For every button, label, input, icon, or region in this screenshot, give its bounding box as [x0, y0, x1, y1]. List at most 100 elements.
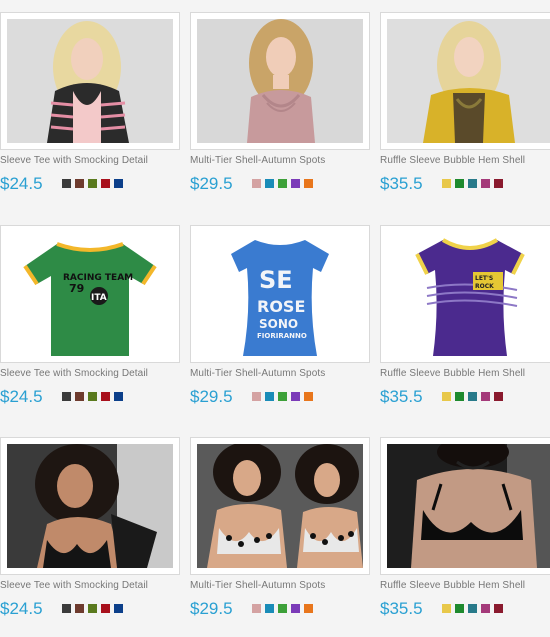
product-thumbnail[interactable]: RACING TEAM 79 ITA [0, 225, 180, 363]
woman-black-bra-photo [387, 444, 550, 568]
product-thumbnail[interactable] [190, 12, 370, 150]
color-swatches [442, 392, 503, 401]
product-thumbnail[interactable] [0, 12, 180, 150]
tshirt-graphic-text: SONO [259, 317, 298, 331]
color-swatch[interactable] [468, 604, 477, 613]
color-swatch[interactable] [62, 604, 71, 613]
color-swatch[interactable] [442, 179, 451, 188]
product-thumbnail[interactable]: SE ROSE SONO FIORIRANNO [190, 225, 370, 363]
color-swatch[interactable] [101, 604, 110, 613]
product-card[interactable]: RACING TEAM 79 ITA Sleeve Tee with Smock… [0, 225, 180, 425]
color-swatch[interactable] [88, 604, 97, 613]
product-thumbnail[interactable] [0, 437, 180, 575]
color-swatch[interactable] [481, 179, 490, 188]
product-card[interactable]: Multi-Tier Shell-Autumn Spots $29.5 [190, 437, 370, 637]
product-name[interactable]: Ruffle Sleeve Bubble Hem Shell [380, 580, 525, 591]
color-swatches [252, 392, 313, 401]
product-price[interactable]: $29.5 [190, 387, 233, 407]
product-name[interactable]: Sleeve Tee with Smocking Detail [0, 580, 148, 591]
two-women-animal-print-lingerie-photo [197, 444, 363, 568]
product-name[interactable]: Multi-Tier Shell-Autumn Spots [190, 155, 325, 166]
tshirt-graphic-text: SE [259, 266, 293, 294]
color-swatch[interactable] [455, 179, 464, 188]
color-swatch[interactable] [114, 179, 123, 188]
product-thumbnail[interactable] [190, 437, 370, 575]
color-swatch[interactable] [252, 392, 261, 401]
color-swatch[interactable] [101, 392, 110, 401]
woman-striped-cardigan-photo [7, 19, 173, 143]
color-swatch[interactable] [114, 604, 123, 613]
tshirt-graphic-text: FIORIRANNO [257, 332, 307, 340]
color-swatch[interactable] [114, 392, 123, 401]
color-swatch[interactable] [442, 604, 451, 613]
color-swatch[interactable] [481, 392, 490, 401]
product-card[interactable]: Sleeve Tee with Smocking Detail $24.5 [0, 437, 180, 637]
tshirt-graphic-text: ROCK [475, 283, 494, 290]
product-thumbnail[interactable] [380, 12, 550, 150]
color-swatch[interactable] [278, 604, 287, 613]
product-price[interactable]: $29.5 [190, 174, 233, 194]
product-price[interactable]: $29.5 [190, 599, 233, 619]
purple-graphic-tshirt-photo: LET'S ROCK [387, 232, 550, 356]
product-name[interactable]: Multi-Tier Shell-Autumn Spots [190, 580, 325, 591]
product-card[interactable]: Sleeve Tee with Smocking Detail $24.5 [0, 12, 180, 212]
color-swatch[interactable] [455, 392, 464, 401]
color-swatches [442, 179, 503, 188]
color-swatch[interactable] [278, 179, 287, 188]
product-price[interactable]: $24.5 [0, 174, 43, 194]
product-card[interactable]: SE ROSE SONO FIORIRANNO Multi-Tier Shell… [190, 225, 370, 425]
color-swatch[interactable] [88, 179, 97, 188]
color-swatch[interactable] [455, 604, 464, 613]
color-swatch[interactable] [468, 392, 477, 401]
product-price[interactable]: $24.5 [0, 387, 43, 407]
color-swatch[interactable] [494, 392, 503, 401]
color-swatches [62, 179, 123, 188]
product-name[interactable]: Ruffle Sleeve Bubble Hem Shell [380, 155, 525, 166]
color-swatch[interactable] [278, 392, 287, 401]
product-price[interactable]: $35.5 [380, 174, 423, 194]
woman-black-lace-lingerie-photo [7, 444, 173, 568]
product-name[interactable]: Sleeve Tee with Smocking Detail [0, 155, 148, 166]
tshirt-graphic-text: ITA [91, 293, 107, 303]
product-card[interactable]: Ruffle Sleeve Bubble Hem Shell $35.5 [380, 12, 550, 212]
product-name[interactable]: Ruffle Sleeve Bubble Hem Shell [380, 368, 525, 379]
color-swatch[interactable] [291, 604, 300, 613]
product-price[interactable]: $35.5 [380, 599, 423, 619]
color-swatch[interactable] [304, 604, 313, 613]
color-swatches [62, 604, 123, 613]
color-swatch[interactable] [62, 179, 71, 188]
product-name[interactable]: Multi-Tier Shell-Autumn Spots [190, 368, 325, 379]
color-swatch[interactable] [494, 179, 503, 188]
color-swatches [62, 392, 123, 401]
color-swatch[interactable] [75, 604, 84, 613]
color-swatch[interactable] [304, 179, 313, 188]
woman-pink-ruffle-top-photo [197, 19, 363, 143]
blue-graphic-tshirt-photo: SE ROSE SONO FIORIRANNO [197, 232, 363, 356]
color-swatch[interactable] [252, 179, 261, 188]
product-thumbnail[interactable] [380, 437, 550, 575]
product-thumbnail[interactable]: LET'S ROCK [380, 225, 550, 363]
product-card[interactable]: Ruffle Sleeve Bubble Hem Shell $35.5 [380, 437, 550, 637]
color-swatch[interactable] [88, 392, 97, 401]
color-swatch[interactable] [442, 392, 451, 401]
color-swatch[interactable] [252, 604, 261, 613]
color-swatch[interactable] [291, 179, 300, 188]
color-swatch[interactable] [468, 179, 477, 188]
product-price[interactable]: $24.5 [0, 599, 43, 619]
color-swatch[interactable] [265, 179, 274, 188]
product-name[interactable]: Sleeve Tee with Smocking Detail [0, 368, 148, 379]
tshirt-graphic-text: 79 [69, 282, 84, 295]
product-card[interactable]: LET'S ROCK Ruffle Sleeve Bubble Hem Shel… [380, 225, 550, 425]
color-swatch[interactable] [62, 392, 71, 401]
color-swatch[interactable] [304, 392, 313, 401]
color-swatch[interactable] [265, 604, 274, 613]
color-swatch[interactable] [291, 392, 300, 401]
color-swatch[interactable] [101, 179, 110, 188]
color-swatch[interactable] [75, 179, 84, 188]
color-swatch[interactable] [494, 604, 503, 613]
color-swatch[interactable] [75, 392, 84, 401]
product-price[interactable]: $35.5 [380, 387, 423, 407]
product-card[interactable]: Multi-Tier Shell-Autumn Spots $29.5 [190, 12, 370, 212]
color-swatch[interactable] [481, 604, 490, 613]
color-swatch[interactable] [265, 392, 274, 401]
